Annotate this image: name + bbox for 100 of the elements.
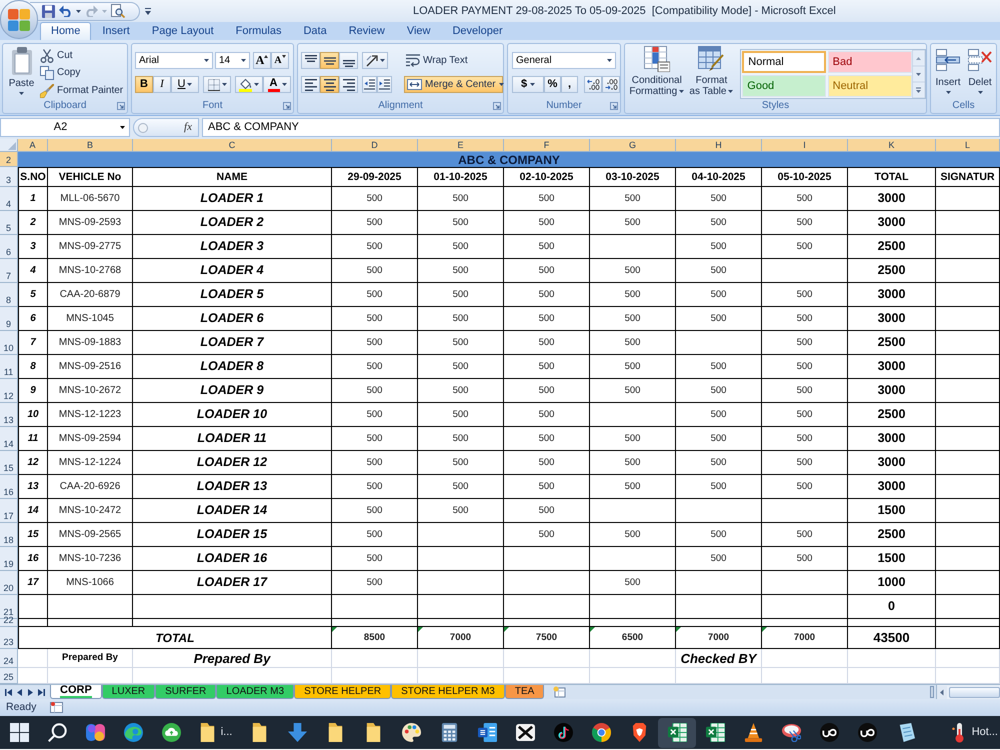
number-format-field[interactable]: General — [512, 52, 616, 69]
decrease-decimal-button[interactable] — [602, 76, 620, 93]
last-sheet-icon[interactable] — [38, 688, 46, 696]
insert-cells-button[interactable]: Insert — [933, 46, 963, 101]
font-size-field[interactable]: 14 — [215, 52, 250, 69]
merge-center-button[interactable]: Merge & Center — [404, 76, 503, 93]
row-header[interactable]: 10 — [0, 331, 18, 355]
font-color-button[interactable]: A — [263, 76, 291, 93]
increase-decimal-button[interactable] — [584, 76, 602, 93]
row-header[interactable]: 11 — [0, 355, 18, 379]
ribbon-tab[interactable]: Developer — [441, 22, 514, 40]
row-header[interactable]: 5 — [0, 211, 18, 235]
comma-style-button[interactable]: , — [561, 76, 578, 93]
row-header[interactable]: 25 — [0, 668, 18, 684]
conditional-formatting-button[interactable]: Conditional Formatting — [628, 46, 686, 101]
split-handle[interactable] — [930, 686, 934, 698]
ribbon-tab[interactable]: View — [396, 22, 442, 40]
column-header[interactable]: E — [418, 139, 504, 152]
percent-style-button[interactable]: % — [544, 76, 561, 93]
insert-function-button[interactable]: fx — [184, 122, 192, 133]
align-center-button[interactable] — [320, 76, 339, 93]
menu-caret-icon[interactable] — [145, 8, 151, 14]
increase-indent-button[interactable] — [377, 76, 392, 93]
horizontal-scrollbar[interactable] — [936, 685, 1000, 699]
align-top-button[interactable] — [301, 52, 320, 69]
ribbon-tab[interactable]: Formulas — [224, 22, 292, 40]
decrease-indent-button[interactable] — [362, 76, 377, 93]
row-header[interactable]: 17 — [0, 499, 18, 523]
paste-button[interactable]: Paste — [5, 46, 38, 100]
grow-font-button[interactable]: A — [253, 52, 271, 69]
cell-style-option[interactable]: Normal — [742, 51, 826, 73]
row-header[interactable]: 19 — [0, 547, 18, 571]
format-painter-button[interactable]: Format Painter — [40, 82, 126, 99]
row-header[interactable]: 9 — [0, 307, 18, 331]
formula-input[interactable]: ABC & COMPANY — [202, 118, 1000, 137]
cell-style-option[interactable]: Good — [742, 75, 826, 97]
bold-button[interactable]: B — [135, 76, 153, 93]
next-sheet-icon[interactable] — [28, 688, 33, 696]
copy-button[interactable]: Copy — [40, 65, 126, 82]
scroll-down-icon[interactable] — [912, 66, 925, 82]
column-header[interactable]: L — [936, 139, 1000, 152]
sheet-tab[interactable]: CORP — [50, 685, 102, 699]
save-icon[interactable] — [42, 4, 55, 18]
ribbon-tab[interactable]: Home — [40, 22, 92, 40]
align-right-button[interactable] — [339, 76, 358, 93]
column-header[interactable]: C — [133, 139, 332, 152]
row-header[interactable]: 8 — [0, 283, 18, 307]
sheet-tab[interactable]: LUXER — [102, 685, 156, 699]
align-bottom-button[interactable] — [339, 52, 358, 69]
row-header[interactable]: 23 — [0, 627, 18, 649]
column-header[interactable]: G — [590, 139, 676, 152]
ribbon-tab[interactable]: Review — [338, 22, 396, 40]
wrap-text-button[interactable]: Wrap Text — [404, 52, 470, 69]
name-box[interactable]: A2 — [0, 118, 130, 137]
row-header[interactable]: 13 — [0, 403, 18, 427]
align-middle-button[interactable] — [320, 52, 339, 69]
cell-style-option[interactable]: Neutral — [828, 75, 912, 97]
underline-button[interactable]: U — [171, 76, 199, 93]
column-header[interactable]: K — [848, 139, 936, 152]
sheet-tab[interactable]: LOADER M3 — [216, 685, 294, 699]
delete-cells-button[interactable]: Delet — [965, 46, 995, 101]
column-header[interactable]: A — [18, 139, 48, 152]
column-header[interactable]: F — [504, 139, 590, 152]
round-handle-icon[interactable] — [138, 122, 148, 132]
italic-button[interactable]: I — [153, 76, 171, 93]
row-header[interactable]: 3 — [0, 167, 18, 187]
row-header[interactable]: 18 — [0, 523, 18, 547]
sheet-tab[interactable]: SURFER — [155, 685, 216, 699]
taskbar-button[interactable]: i... — [190, 718, 240, 748]
row-header[interactable]: 14 — [0, 427, 18, 451]
format-as-table-button[interactable]: Format as Table — [688, 46, 736, 101]
dialog-launcher-icon[interactable] — [283, 102, 291, 110]
row-header[interactable]: 20 — [0, 571, 18, 595]
column-header[interactable]: D — [332, 139, 418, 152]
cell-style-option[interactable]: Bad — [828, 51, 912, 73]
previous-sheet-icon[interactable] — [17, 688, 22, 696]
orientation-button[interactable] — [362, 52, 388, 69]
ribbon-tab[interactable]: Data — [292, 22, 338, 40]
record-sheet-icon[interactable] — [50, 702, 64, 713]
undo-icon[interactable] — [59, 5, 72, 17]
taskbar-button[interactable] — [658, 718, 696, 748]
row-header[interactable]: 4 — [0, 187, 18, 211]
sheet-tab[interactable]: STORE HELPER — [294, 685, 392, 699]
font-name-field[interactable]: Arial — [135, 52, 213, 69]
row-header[interactable]: 22 — [0, 619, 18, 627]
ribbon-tab[interactable]: Insert — [91, 22, 141, 40]
shrink-font-button[interactable]: A — [271, 52, 289, 69]
accounting-format-button[interactable]: $ — [512, 76, 544, 93]
page-magnifier-icon[interactable] — [111, 4, 125, 18]
ribbon-tab[interactable]: Page Layout — [140, 22, 225, 40]
more-styles-icon[interactable] — [912, 82, 925, 98]
row-header[interactable]: 16 — [0, 475, 18, 499]
row-header[interactable]: 2 — [0, 152, 18, 167]
row-header[interactable]: 15 — [0, 451, 18, 475]
column-header[interactable]: I — [762, 139, 848, 152]
row-header[interactable]: 6 — [0, 235, 18, 259]
dialog-launcher-icon[interactable] — [493, 102, 501, 110]
borders-button[interactable] — [203, 76, 231, 93]
new-sheet-icon[interactable] — [552, 686, 568, 698]
row-header[interactable]: 7 — [0, 259, 18, 283]
